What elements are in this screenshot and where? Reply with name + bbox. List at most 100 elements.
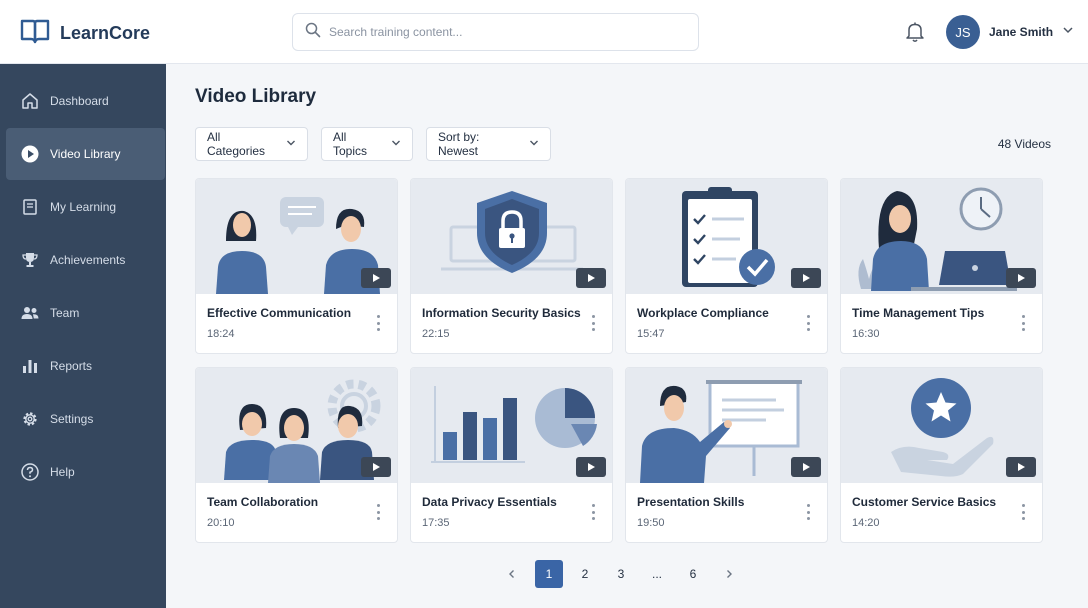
video-count: 48 Videos [997,137,1051,151]
sidebar-item-settings[interactable]: Settings [6,393,165,445]
sidebar-item-achievements[interactable]: Achievements [6,234,165,286]
video-duration: 18:24 [207,328,235,340]
video-title: Effective Communication [207,306,352,320]
sidebar-item-label: Video Library [50,147,121,161]
topic-filter-label: All Topics [333,130,368,158]
pagination-ellipsis: ... [651,567,662,581]
chevron-right-icon[interactable] [720,560,738,588]
play-icon[interactable] [791,457,821,477]
video-thumbnail [196,368,397,483]
sidebar-item-video-library[interactable]: Video Library [6,128,165,180]
topic-filter-dropdown[interactable]: All Topics [321,127,413,161]
chevron-down-icon [1062,23,1074,41]
video-thumbnail [841,368,1042,483]
chevron-down-icon [286,137,296,151]
avatar: JS [946,15,980,49]
video-duration: 19:50 [637,517,665,529]
video-duration: 20:10 [207,517,235,529]
play-icon[interactable] [361,457,391,477]
sidebar-item-label: Reports [50,359,93,373]
more-options-icon[interactable] [805,315,811,331]
sort-label: Sort by: Newest [438,130,480,158]
play-icon[interactable] [576,268,606,288]
page-title: Video Library [195,86,317,107]
home-icon [20,91,40,111]
sidebar-item-label: Achievements [50,253,126,267]
search-icon [305,22,321,43]
video-thumbnail [626,368,827,483]
bar-chart-icon [20,356,40,376]
sidebar-item-label: Settings [50,412,94,426]
video-duration: 22:15 [422,328,450,340]
video-card[interactable]: Effective Communication 18:24 [195,178,398,354]
brand[interactable]: LearnCore [20,18,150,49]
chevron-down-icon [391,137,401,151]
open-book-icon [20,18,50,49]
more-options-icon[interactable] [1020,504,1026,520]
search-box[interactable] [292,13,699,51]
play-icon[interactable] [1006,268,1036,288]
page-3-button[interactable]: 3 [611,560,631,588]
video-title: Time Management Tips [852,306,985,320]
sidebar-item-reports[interactable]: Reports [6,340,165,392]
video-card[interactable]: Presentation Skills 19:50 [625,367,828,543]
more-options-icon[interactable] [375,504,381,520]
chevron-down-icon [529,137,539,151]
question-circle-icon [20,462,40,482]
user-name: Jane Smith [989,25,1054,39]
video-duration: 14:20 [852,517,880,529]
play-icon[interactable] [576,457,606,477]
page-2-button[interactable]: 2 [575,560,595,588]
video-title: Information Security Basics [422,306,581,320]
more-options-icon[interactable] [590,315,596,331]
video-duration: 15:47 [637,328,665,340]
more-options-icon[interactable] [375,315,381,331]
sidebar-item-my-learning[interactable]: My Learning [6,181,165,233]
video-card[interactable]: Information Security Basics 22:15 [410,178,613,354]
more-options-icon[interactable] [805,504,811,520]
video-duration: 17:35 [422,517,450,529]
play-icon[interactable] [1006,457,1036,477]
video-thumbnail [411,179,612,294]
search-input[interactable] [329,25,669,39]
app-name: LearnCore [60,23,151,43]
top-bar: LearnCore JS Jane Smith [0,0,1088,64]
video-title: Presentation Skills [637,495,745,509]
video-thumbnail [196,179,397,294]
page-6-button[interactable]: 6 [683,560,703,588]
video-card[interactable]: Time Management Tips 16:30 [840,178,1043,354]
video-thumbnail [411,368,612,483]
chevron-left-icon[interactable] [503,560,521,588]
gear-icon [20,409,40,429]
category-filter-label: All Categories [207,130,266,158]
video-title: Data Privacy Essentials [422,495,557,509]
video-title: Workplace Compliance [637,306,769,320]
video-card[interactable]: Customer Service Basics 14:20 [840,367,1043,543]
more-options-icon[interactable] [590,504,596,520]
play-circle-icon [20,144,40,164]
video-card[interactable]: Workplace Compliance 15:47 [625,178,828,354]
sidebar-item-label: Dashboard [50,94,109,108]
video-duration: 16:30 [852,328,880,340]
video-thumbnail [841,179,1042,294]
user-menu[interactable]: JS Jane Smith [946,15,1074,49]
video-title: Customer Service Basics [852,495,997,509]
sort-dropdown[interactable]: Sort by: Newest [426,127,551,161]
sidebar: Dashboard Video Library My Learning Achi… [0,64,166,608]
sidebar-item-dashboard[interactable]: Dashboard [6,75,165,127]
trophy-icon [20,250,40,270]
video-card[interactable]: Team Collaboration 20:10 [195,367,398,543]
more-options-icon[interactable] [1020,315,1026,331]
sidebar-item-team[interactable]: Team [6,287,165,339]
book-icon [20,197,40,217]
sidebar-item-label: Team [50,306,80,320]
play-icon[interactable] [361,268,391,288]
play-icon[interactable] [791,268,821,288]
page-1-button[interactable]: 1 [535,560,563,588]
video-card[interactable]: Data Privacy Essentials 17:35 [410,367,613,543]
category-filter-dropdown[interactable]: All Categories [195,127,308,161]
users-icon [20,303,40,323]
notification-bell-icon[interactable] [905,21,925,48]
sidebar-item-label: My Learning [50,200,117,214]
sidebar-item-help[interactable]: Help [6,446,165,498]
